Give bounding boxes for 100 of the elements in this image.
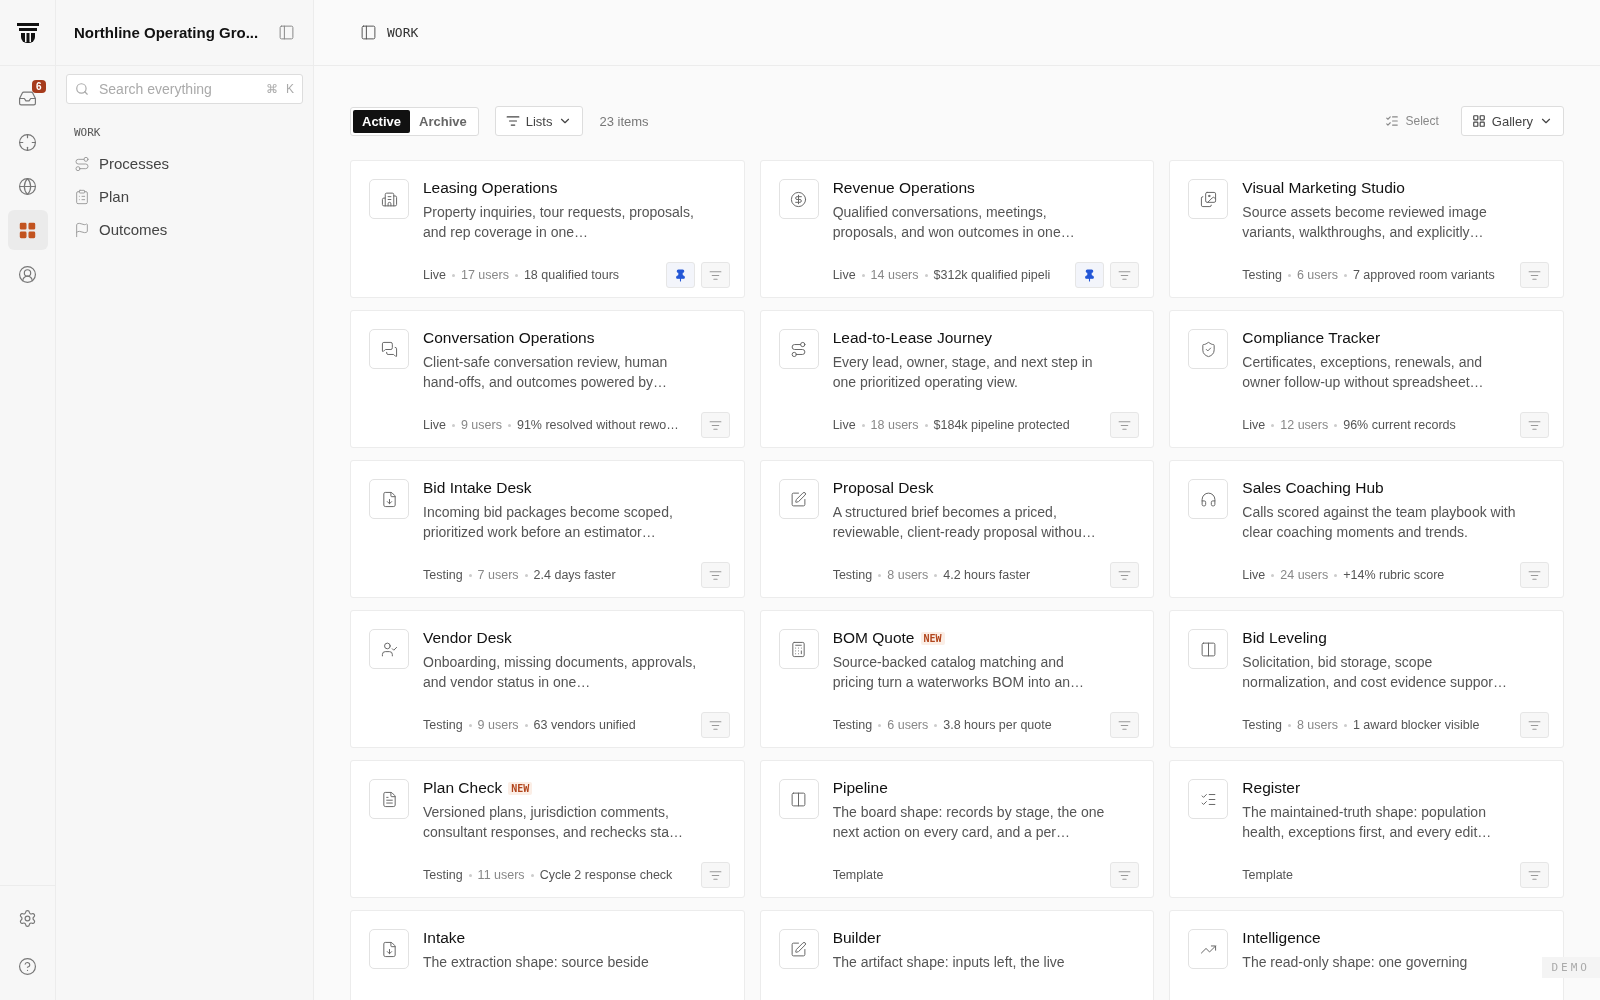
user-count: 17 users bbox=[460, 268, 509, 282]
metric-text: 96% current records bbox=[1343, 418, 1456, 432]
section-label: WORK bbox=[74, 126, 102, 139]
sidebar-toggle-button[interactable] bbox=[276, 22, 297, 43]
process-card[interactable]: Leasing Operations Property inquiries, tour requests, proposals, and rep coverage in one… Live 17 users 18 qualified tours bbox=[350, 160, 745, 298]
metric-text: $184k pipeline protected bbox=[933, 418, 1070, 432]
menu-button[interactable] bbox=[700, 412, 730, 438]
card-title: Bid Leveling bbox=[1242, 629, 1327, 647]
user-count: 6 users bbox=[1296, 268, 1338, 282]
shortcut-key: ⌘ bbox=[266, 82, 278, 96]
document-icon bbox=[380, 790, 398, 808]
select-button[interactable]: Select bbox=[1379, 113, 1445, 129]
status-text: Live bbox=[832, 418, 856, 432]
user-count: 8 users bbox=[887, 568, 929, 582]
lists-dropdown[interactable]: Lists bbox=[494, 106, 584, 136]
rail-button[interactable]: 6 bbox=[7, 78, 48, 118]
card-description: Certificates, exceptions, renewals, and owner follow-up without spreadsheet… bbox=[1242, 353, 1485, 392]
user-icon bbox=[18, 264, 37, 284]
sidebar-item[interactable]: Plan bbox=[56, 180, 313, 213]
menu-button[interactable] bbox=[700, 262, 730, 288]
status-text: Testing bbox=[832, 568, 873, 582]
user-check-icon bbox=[380, 640, 398, 658]
list-icon bbox=[708, 418, 722, 432]
images-icon bbox=[1199, 190, 1217, 208]
menu-button[interactable] bbox=[1110, 862, 1140, 888]
list-icon bbox=[1118, 718, 1132, 732]
item-count: 23 items bbox=[599, 113, 649, 129]
filter-tab[interactable]: Active bbox=[353, 109, 411, 133]
menu-button[interactable] bbox=[1110, 712, 1140, 738]
file-download-icon bbox=[380, 940, 398, 958]
card-title: Register bbox=[1242, 779, 1301, 797]
view-dropdown[interactable]: Gallery bbox=[1460, 106, 1564, 136]
card-title: Intake bbox=[423, 929, 466, 947]
process-card[interactable]: Intake The extraction shape: source beside bbox=[350, 910, 745, 1000]
process-card[interactable]: Bid Leveling Solicitation, bid storage, scope normalization, and cost evidence suppor… Testing 8 users 1 award blocker visible bbox=[1169, 610, 1564, 748]
menu-button[interactable] bbox=[1520, 412, 1549, 438]
card-description: Source assets become reviewed image variants, walkthroughs, and explicitly… bbox=[1242, 203, 1488, 242]
menu-button[interactable] bbox=[1520, 562, 1549, 588]
filter-tab[interactable]: Archive bbox=[410, 109, 476, 133]
card-description: The extraction shape: source beside bbox=[423, 953, 650, 972]
menu-button[interactable] bbox=[700, 712, 730, 738]
process-card[interactable]: Revenue Operations Qualified conversations, meetings, proposals, and won outcomes in one… Live 14 users $312k qualified pipeli bbox=[759, 160, 1155, 298]
process-card[interactable]: Vendor Desk Onboarding, missing documents, approvals, and vendor status in one… Testing 9 users 63 vendors unified bbox=[350, 610, 745, 748]
globe-icon bbox=[18, 176, 37, 196]
status-text: Live bbox=[423, 418, 446, 432]
panel-icon[interactable] bbox=[360, 24, 377, 41]
workspace-name[interactable]: Northline Operating Gro... bbox=[74, 24, 259, 41]
shortcut-key: K bbox=[286, 82, 294, 96]
process-card[interactable]: Compliance Tracker Certificates, exceptions, renewals, and owner follow-up without spreadsheet… Live 12 users 96% current records bbox=[1169, 310, 1564, 448]
sidebar-item[interactable]: Outcomes bbox=[56, 213, 313, 246]
status-text: Testing bbox=[423, 568, 463, 582]
card-title: Conversation Operations bbox=[423, 329, 595, 347]
user-count: 24 users bbox=[1280, 568, 1329, 582]
menu-button[interactable] bbox=[1520, 262, 1549, 288]
status-text: Testing bbox=[423, 868, 463, 882]
card-description: Source-backed catalog matching and pricing turn a waterworks BOM into an… bbox=[832, 653, 1085, 692]
file-download-icon bbox=[380, 490, 398, 508]
process-card[interactable]: Conversation Operations Client-safe conversation review, human hand-offs, and outcomes powered by… Live 9 users 91% resolved without rewo… bbox=[350, 310, 745, 448]
menu-button[interactable] bbox=[1520, 862, 1549, 888]
card-title: Sales Coaching Hub bbox=[1242, 479, 1384, 497]
headphones-icon bbox=[1199, 490, 1217, 508]
settings-icon bbox=[18, 908, 37, 928]
process-card[interactable]: BOM Quote NEW Source-backed catalog matching and pricing turn a waterworks BOM into an… Testing 6 users 3.8 hours per quote bbox=[759, 610, 1155, 748]
process-card[interactable]: Proposal Desk A structured brief becomes a priced, reviewable, client-ready proposal withou… Testing 8 users 4.2 hours faster bbox=[759, 460, 1155, 598]
menu-button[interactable] bbox=[1520, 712, 1549, 738]
card-title: Revenue Operations bbox=[832, 179, 975, 197]
new-tag: NEW bbox=[508, 781, 533, 795]
pin-button[interactable] bbox=[665, 262, 695, 288]
search-icon bbox=[75, 82, 89, 96]
card-description: Client-safe conversation review, human hand-offs, and outcomes powered by… bbox=[423, 353, 669, 392]
grid-icon bbox=[18, 220, 37, 240]
status-text: Live bbox=[423, 268, 446, 282]
pin-button[interactable] bbox=[1075, 262, 1105, 288]
list-icon bbox=[708, 868, 722, 882]
card-title: Proposal Desk bbox=[832, 479, 934, 497]
menu-button[interactable] bbox=[1110, 412, 1140, 438]
process-card[interactable]: Lead-to-Lease Journey Every lead, owner, stage, and next step in one prioritized operating view. Live 18 users $184k pipeline protected bbox=[759, 310, 1155, 448]
card-title: Intelligence bbox=[1242, 929, 1321, 947]
menu-button[interactable] bbox=[1110, 562, 1140, 588]
process-card[interactable]: Builder The artifact shape: inputs left, the live bbox=[759, 910, 1155, 1000]
process-card[interactable]: Sales Coaching Hub Calls scored against the team playbook with clear coaching moments and trends. Live 24 users +14% rubric score bbox=[1169, 460, 1564, 598]
process-card[interactable]: Visual Marketing Studio Source assets become reviewed image variants, walkthroughs, and explicitly… Testing 6 users 7 approved room variants bbox=[1169, 160, 1564, 298]
status-text: Live bbox=[1242, 568, 1266, 582]
process-card[interactable]: Register The maintained-truth shape: population health, exceptions first, and every edit… Template bbox=[1169, 760, 1564, 898]
card-description: The maintained-truth shape: population health, exceptions first, and every edit… bbox=[1242, 803, 1493, 842]
process-card[interactable]: Plan Check NEW Versioned plans, jurisdiction comments, consultant responses, and rechecks sta… Testing 11 users Cycle 2 response check bbox=[350, 760, 745, 898]
chat-icon bbox=[380, 340, 398, 358]
user-count: 11 users bbox=[477, 868, 525, 882]
menu-button[interactable] bbox=[1110, 262, 1140, 288]
process-card[interactable]: Pipeline The board shape: records by stage, the one next action on every card, and a per… Template bbox=[759, 760, 1155, 898]
menu-button[interactable] bbox=[700, 562, 730, 588]
metric-text: 2.4 days faster bbox=[533, 568, 616, 582]
rail-button[interactable] bbox=[7, 210, 48, 250]
user-count: 18 users bbox=[870, 418, 919, 432]
crosshair-icon bbox=[18, 132, 37, 152]
card-description: The artifact shape: inputs left, the live bbox=[832, 953, 1066, 972]
menu-button[interactable] bbox=[700, 862, 730, 888]
sidebar-item[interactable]: Processes bbox=[56, 147, 313, 180]
metric-text: Cycle 2 response check bbox=[539, 868, 673, 882]
process-card[interactable]: Bid Intake Desk Incoming bid packages become scoped, prioritized work before an estimator… Testing 7 users 2.4 days faster bbox=[350, 460, 745, 598]
